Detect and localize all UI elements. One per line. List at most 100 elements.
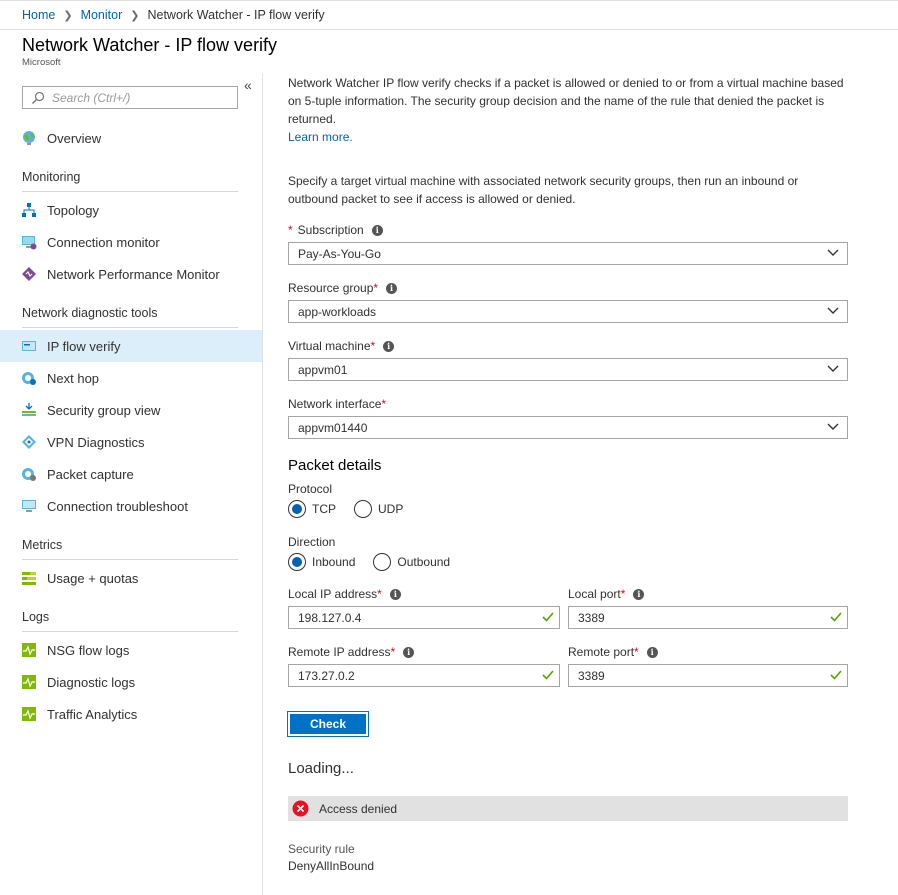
instructions-text: Specify a target virtual machine with as… (288, 174, 799, 206)
sidebar-item-vpn-diagnostics[interactable]: VPN Diagnostics (0, 426, 262, 458)
resource-group-label-text: Resource group (288, 281, 374, 295)
usage-quotas-icon (22, 572, 36, 585)
security-rule-value: DenyAllInBound (288, 859, 375, 873)
result-status-bar: Access denied (288, 796, 848, 821)
sidebar-item-label: Connection monitor (47, 234, 160, 250)
network-interface-dropdown[interactable]: appvm01440 (288, 416, 848, 439)
page-subtitle: Microsoft (22, 57, 61, 68)
section-header-diagnostic-tools: Network diagnostic tools (22, 306, 238, 328)
check-button[interactable]: Check (287, 711, 369, 737)
remote-ip-label-text: Remote IP address (288, 645, 391, 659)
required-marker: * (390, 645, 396, 659)
protocol-tcp-radio[interactable] (288, 500, 306, 518)
info-icon[interactable]: i (371, 224, 383, 236)
network-interface-label: Network interface * (288, 397, 386, 411)
info-icon[interactable]: i (633, 588, 645, 600)
virtual-machine-value: appvm01 (298, 362, 348, 377)
search-input[interactable] (52, 90, 222, 105)
topology-icon (22, 203, 36, 217)
chevron-right-icon: ❯ (63, 9, 73, 22)
required-marker: * (377, 587, 382, 601)
chevron-down-icon (827, 307, 839, 314)
sidebar-item-label: VPN Diagnostics (47, 434, 145, 450)
breadcrumb-monitor-link[interactable]: Monitor (81, 8, 123, 22)
resource-group-value: app-workloads (298, 304, 377, 319)
sidebar-item-diagnostic-logs[interactable]: Diagnostic logs (0, 666, 262, 698)
next-hop-icon (22, 372, 36, 385)
connection-troubleshoot-icon (22, 500, 36, 512)
chevron-down-icon (827, 249, 839, 256)
remote-ip-input[interactable]: 173.27.0.2 (288, 664, 560, 687)
section-header-metrics: Metrics (22, 538, 238, 560)
sidebar-item-connection-troubleshoot[interactable]: Connection troubleshoot (0, 490, 262, 522)
virtual-machine-dropdown[interactable]: appvm01 (288, 358, 848, 381)
section-header-logs: Logs (22, 610, 238, 632)
direction-label: Direction (288, 535, 336, 549)
local-port-label: Local port * i (568, 587, 645, 601)
required-marker: * (373, 281, 379, 295)
remote-port-label-text: Remote port (568, 645, 635, 659)
info-icon[interactable]: i (389, 588, 401, 600)
resource-group-label: Resource group * i (288, 281, 398, 295)
learn-more-link[interactable]: Learn more. (288, 130, 353, 144)
protocol-radio-group: TCP UDP (288, 500, 421, 518)
local-port-input[interactable]: 3389 (568, 606, 848, 629)
sidebar-item-packet-capture[interactable]: Packet capture (0, 458, 262, 490)
required-marker: * (370, 339, 376, 353)
checkmark-icon (830, 670, 842, 680)
network-performance-icon (22, 267, 36, 281)
vpn-diagnostics-icon (22, 435, 36, 449)
sidebar-item-topology[interactable]: Topology (0, 194, 262, 226)
local-port-label-text: Local port (568, 587, 621, 601)
sidebar-item-ip-flow-verify[interactable]: IP flow verify (0, 330, 262, 362)
result-text: Access denied (319, 801, 398, 816)
subscription-label-text: Subscription (297, 223, 364, 237)
subscription-value: Pay-As-You-Go (298, 246, 381, 261)
sidebar-item-nsg-flow-logs[interactable]: NSG flow logs (0, 634, 262, 666)
info-icon[interactable]: i (403, 646, 415, 658)
virtual-machine-label: Virtual machine * i (288, 339, 395, 353)
chevron-right-icon: ❯ (130, 9, 140, 22)
sidebar-item-label: Security group view (47, 402, 161, 418)
direction-outbound-radio[interactable] (373, 553, 392, 571)
local-port-value: 3389 (578, 610, 605, 625)
subscription-dropdown[interactable]: Pay-As-You-Go (288, 242, 848, 265)
sidebar-item-label: NSG flow logs (47, 642, 130, 658)
breadcrumb-current: Network Watcher - IP flow verify (147, 8, 325, 22)
sidebar-item-traffic-analytics[interactable]: Traffic Analytics (0, 698, 262, 730)
packet-capture-icon (22, 468, 36, 481)
sidebar-item-usage-quotas[interactable]: Usage + quotas (0, 562, 262, 594)
network-interface-label-text: Network interface (288, 397, 382, 411)
sidebar-item-security-group-view[interactable]: Security group view (0, 394, 262, 426)
intro-text: Network Watcher IP flow verify checks if… (288, 74, 848, 146)
protocol-udp-label: UDP (378, 502, 404, 516)
info-icon[interactable]: i (646, 646, 658, 658)
log-icon (22, 675, 36, 689)
ip-flow-verify-icon (22, 341, 36, 351)
error-icon (292, 800, 309, 817)
protocol-udp-radio[interactable] (354, 500, 372, 518)
sidebar-item-label: Diagnostic logs (47, 674, 136, 690)
resource-group-dropdown[interactable]: app-workloads (288, 300, 848, 323)
local-ip-input[interactable]: 198.127.0.4 (288, 606, 560, 629)
sidebar-item-connection-monitor[interactable]: Connection monitor (0, 226, 262, 258)
sidebar-item-label: Next hop (47, 370, 100, 386)
local-ip-label: Local IP address * i (288, 587, 401, 601)
sidebar-item-next-hop[interactable]: Next hop (0, 362, 262, 394)
sidebar-item-network-performance-monitor[interactable]: Network Performance Monitor (0, 258, 262, 290)
sidebar-item-label: Usage + quotas (47, 570, 139, 586)
direction-inbound-radio[interactable] (288, 553, 306, 571)
info-icon[interactable]: i (383, 340, 395, 352)
direction-radio-group: Inbound Outbound (288, 553, 468, 571)
search-icon (32, 91, 45, 104)
info-icon[interactable]: i (386, 282, 398, 294)
sidebar-search[interactable] (22, 86, 238, 109)
breadcrumb-home-link[interactable]: Home (22, 8, 55, 22)
sidebar-item-overview[interactable]: Overview (0, 122, 262, 154)
remote-port-input[interactable]: 3389 (568, 664, 848, 687)
sidebar-item-label: Topology (47, 202, 100, 218)
direction-inbound-label: Inbound (312, 555, 356, 569)
collapse-sidebar-button[interactable]: « (244, 77, 252, 93)
log-icon (22, 643, 36, 657)
sidebar-item-label: Traffic Analytics (47, 706, 138, 722)
